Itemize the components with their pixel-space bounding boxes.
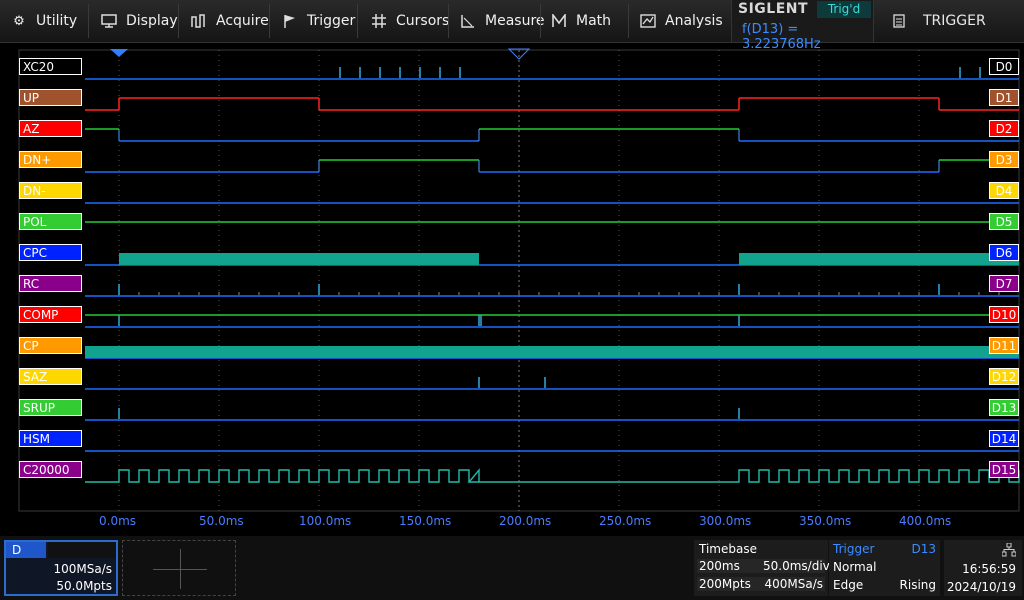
digital-traces [85, 67, 1020, 483]
status-bar: D 100MSa/s 50.0Mpts Timebase 200ms 50.0m… [0, 536, 1024, 600]
time-label: 100.0ms [299, 514, 352, 528]
channel-id-d15[interactable]: D15 [989, 461, 1019, 478]
clock-date: 2024/10/19 [946, 580, 1016, 594]
channel-id-d12[interactable]: D12 [989, 368, 1019, 385]
channel-label-d4[interactable]: DN- [19, 182, 82, 199]
timebase-delay: 200ms [697, 559, 763, 573]
channel-label-d15[interactable]: C20000 [19, 461, 82, 478]
trigger-status-badge: Trig'd [817, 1, 871, 18]
flag-icon [281, 12, 299, 30]
channel-label-d3[interactable]: DN+ [19, 151, 82, 168]
monitor-icon [100, 12, 118, 30]
menu-cursors[interactable]: Cursors [370, 0, 449, 42]
time-label: 50.0ms [199, 514, 244, 528]
cursor-icon [370, 12, 388, 30]
time-label: 150.0ms [399, 514, 452, 528]
channel-label-d5[interactable]: POL [19, 213, 82, 230]
waveform-display[interactable]: XC20 UP AZ DN+ DN- POL CPC RC COMP CP SA… [0, 44, 1024, 536]
trigger-slope: Rising [899, 578, 936, 592]
brand-logo: SIGLENT [738, 1, 809, 17]
digital-memory-depth: 50.0Mpts [56, 579, 112, 593]
time-label: 400.0ms [899, 514, 952, 528]
time-label: 350.0ms [799, 514, 852, 528]
channel-label-d11[interactable]: CP [19, 337, 82, 354]
gear-icon: ⚙ [13, 13, 25, 29]
trace-d15 [85, 468, 1020, 483]
channel-label-d10[interactable]: COMP [19, 306, 82, 323]
channel-id-d5[interactable]: D5 [989, 213, 1019, 230]
digital-tag: D [6, 542, 46, 558]
menu-utility[interactable]: ⚙ Utility [10, 0, 77, 42]
menu-display[interactable]: Display [100, 0, 178, 42]
math-icon [550, 12, 568, 30]
trigger-panel[interactable]: Trigger D13 Normal Edge Rising [829, 540, 940, 596]
timebase-sample-rate: 400MSa/s [763, 577, 825, 591]
trace-d11-burst [85, 346, 1019, 358]
time-label: 300.0ms [699, 514, 752, 528]
menu-acquire[interactable]: Acquire [190, 0, 269, 42]
plus-icon-vertical [180, 549, 181, 589]
clock-panel[interactable]: 16:56:59 2024/10/19 [944, 540, 1022, 596]
trigger-menu-button[interactable]: TRIGGER [875, 0, 1024, 42]
channel-label-d12[interactable]: SAZ [19, 368, 82, 385]
channel-id-d1[interactable]: D1 [989, 89, 1019, 106]
channel-id-d13[interactable]: D13 [989, 399, 1019, 416]
time-label: 0.0ms [99, 514, 137, 528]
trace-d6-burst [739, 253, 1019, 265]
digital-sample-rate: 100MSa/s [53, 562, 112, 576]
channel-label-d6[interactable]: CPC [19, 244, 82, 261]
channel-id-d7[interactable]: D7 [989, 275, 1019, 292]
menu-bar: ⚙ Utility Display Acquire Trigger Cursor… [0, 0, 1024, 52]
time-label: 250.0ms [599, 514, 652, 528]
menu-measure[interactable]: Measure [459, 0, 545, 42]
digital-tag-spacer [48, 542, 116, 558]
measure-icon [459, 12, 477, 30]
timebase-title: Timebase [699, 542, 757, 556]
channel-label-d14[interactable]: HSM [19, 430, 82, 447]
channel-id-d2[interactable]: D2 [989, 120, 1019, 137]
channel-id-d3[interactable]: D3 [989, 151, 1019, 168]
trigger-title: Trigger [833, 542, 875, 556]
document-icon [893, 14, 905, 28]
channel-id-d0[interactable]: D0 [989, 58, 1019, 75]
channel-label-d1[interactable]: UP [19, 89, 82, 106]
channel-label-d13[interactable]: SRUP [19, 399, 82, 416]
analysis-icon [639, 12, 657, 30]
clock-time: 16:56:59 [962, 562, 1016, 576]
channel-id-d14[interactable]: D14 [989, 430, 1019, 447]
channel-label-d2[interactable]: AZ [19, 120, 82, 137]
brand-status: SIGLENT Trig'd f(D13) = 3.223768Hz [731, 0, 874, 52]
network-icon [1002, 543, 1016, 557]
trigger-type: Edge [833, 578, 864, 592]
channel-label-d0[interactable]: XC20 [19, 58, 82, 75]
add-channel-button[interactable] [122, 540, 236, 596]
channel-id-d10[interactable]: D10 [989, 306, 1019, 323]
graticule [18, 49, 1020, 512]
waveform-canvas[interactable] [0, 44, 1024, 536]
digital-channel-panel[interactable]: D 100MSa/s 50.0Mpts [4, 540, 118, 596]
timebase-memory: 200Mpts [697, 577, 763, 591]
trigger-source: D13 [911, 542, 936, 556]
menu-math[interactable]: Math [550, 0, 611, 42]
time-label: 200.0ms [499, 514, 552, 528]
channel-label-d7[interactable]: RC [19, 275, 82, 292]
trigger-position-marker-icon[interactable] [110, 49, 128, 57]
timebase-scale: 50.0ms/div [763, 559, 830, 573]
channel-id-d11[interactable]: D11 [989, 337, 1019, 354]
trigger-mode: Normal [833, 560, 877, 574]
timebase-panel[interactable]: Timebase 200ms 50.0ms/div 200Mpts 400MSa… [694, 540, 830, 596]
trace-d6-burst [119, 253, 479, 265]
acquire-icon [190, 12, 208, 30]
menu-analysis[interactable]: Analysis [639, 0, 723, 42]
channel-id-d6[interactable]: D6 [989, 244, 1019, 261]
channel-id-d4[interactable]: D4 [989, 182, 1019, 199]
menu-trigger[interactable]: Trigger [281, 0, 355, 42]
